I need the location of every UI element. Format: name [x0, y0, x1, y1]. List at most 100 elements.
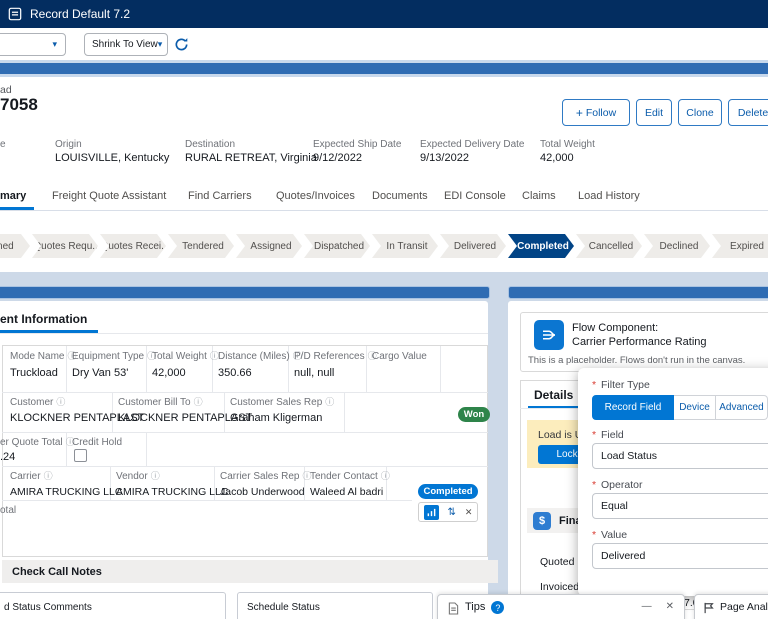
shrink-to-view-select[interactable]: Shrink To View ▾: [84, 33, 168, 56]
divider: [2, 432, 488, 433]
field-value: RURAL RETREAT, Virginia: [185, 152, 317, 164]
clone-label: Clone: [686, 106, 714, 119]
financials-row-quoted: Quoted: [540, 556, 575, 568]
required-icon: *: [592, 479, 597, 491]
refresh-icon[interactable]: [174, 37, 189, 52]
divider: [2, 392, 488, 393]
load-status-comments-label: d Status Comments: [4, 602, 92, 613]
operator-label: * Operator: [592, 479, 643, 491]
field-label: Cargo Value: [372, 351, 427, 362]
field-label: Credit Hold: [72, 437, 123, 448]
shipment-information-title[interactable]: ent Information: [0, 312, 87, 326]
field-value: LOUISVILLE, Kentucky: [55, 152, 170, 164]
path-stage[interactable]: Dispatched: [304, 234, 370, 258]
credit-hold-checkbox[interactable]: [74, 449, 87, 462]
canvas-size-select[interactable]: ▾: [0, 33, 66, 56]
divider: [2, 500, 412, 501]
close-icon[interactable]: ✕: [666, 601, 674, 612]
field-label: Customer ⓘ: [10, 397, 66, 408]
info-icon[interactable]: ⓘ: [325, 398, 334, 407]
info-icon[interactable]: ⓘ: [56, 398, 65, 407]
tab-quotes-invoices[interactable]: Quotes/Invoices: [276, 183, 355, 210]
field-label: Carrier Sales Rep ⓘ: [220, 471, 312, 482]
required-icon: *: [592, 429, 597, 441]
filter-type-option-advanced[interactable]: Advanced: [716, 395, 768, 420]
tab-load-history[interactable]: Load History: [578, 183, 640, 210]
check-call-notes-header[interactable]: Check Call Notes: [2, 560, 498, 583]
field-label: P/D References ⓘ: [294, 351, 377, 362]
path-stage[interactable]: Quotes Requ...: [32, 234, 98, 258]
field-label: Customer Sales Rep ⓘ: [230, 397, 335, 408]
field-label: Total Weight ⓘ: [152, 351, 219, 362]
plus-icon: +: [575, 105, 583, 120]
tab-find-carriers[interactable]: Find Carriers: [188, 183, 252, 210]
divider: [0, 333, 488, 334]
record-tabbar: mary Freight Quote Assistant Find Carrie…: [0, 183, 768, 211]
field-label: Total Weight: [540, 139, 595, 150]
delete-label: Delete: [737, 106, 768, 119]
filter-type-option-record-field[interactable]: Record Field: [592, 395, 674, 420]
field-label: Vendor ⓘ: [116, 471, 160, 482]
field-label: er Quote Total ⓘ: [0, 437, 75, 448]
info-icon[interactable]: ⓘ: [151, 472, 160, 481]
path-stage[interactable]: In Transit: [372, 234, 438, 258]
follow-button[interactable]: + Follow: [562, 99, 630, 126]
sort-arrows-icon[interactable]: ⇅: [448, 507, 456, 518]
flow-component-title: Flow Component:: [572, 322, 659, 334]
delete-button[interactable]: Delete: [728, 99, 768, 126]
tab-summary[interactable]: mary: [0, 183, 26, 210]
path-stage[interactable]: Cancelled: [576, 234, 642, 258]
tab-edi-console[interactable]: EDI Console: [444, 183, 506, 210]
field-value: Waleed Al badri: [310, 486, 384, 498]
tab-details[interactable]: Details: [534, 388, 573, 402]
document-icon: [448, 602, 459, 615]
collapsed-component-bar-left[interactable]: [0, 286, 490, 299]
flow-icon: [534, 320, 564, 350]
help-question-icon[interactable]: ?: [491, 601, 505, 614]
info-icon[interactable]: ⓘ: [44, 472, 53, 481]
path-stage[interactable]: Declined: [644, 234, 710, 258]
collapsed-component-bar-right[interactable]: [508, 286, 768, 299]
operator-input[interactable]: [592, 493, 768, 519]
field-label: Customer Bill To ⓘ: [118, 397, 203, 408]
tips-window[interactable]: Tips ? — ✕: [437, 594, 685, 619]
path-stage[interactable]: Assigned: [236, 234, 302, 258]
path-stage[interactable]: Tendered: [168, 234, 234, 258]
tab-documents[interactable]: Documents: [372, 183, 428, 210]
filter-type-option-device[interactable]: Device: [674, 395, 716, 420]
field-value: 42,000: [152, 367, 186, 379]
record-number: 7058: [0, 95, 38, 114]
info-icon[interactable]: ⓘ: [194, 398, 203, 407]
signal-strength-icon[interactable]: [423, 504, 439, 520]
divider: [440, 346, 441, 392]
path-stage[interactable]: Expired: [712, 234, 768, 258]
value-input[interactable]: [592, 543, 768, 569]
tips-label: Tips: [465, 601, 486, 613]
filter-type-label: * Filter Type: [592, 379, 650, 391]
minimize-icon[interactable]: —: [642, 601, 652, 612]
field-label: * Field: [592, 429, 624, 441]
field-value: Truckload: [10, 367, 58, 379]
field-value: null, null: [294, 367, 335, 379]
path-stage[interactable]: signed: [0, 234, 30, 258]
field-label: Origin: [55, 139, 82, 150]
edit-label: Edit: [644, 106, 664, 119]
close-icon[interactable]: ✕: [465, 507, 473, 518]
clone-button[interactable]: Clone: [678, 99, 722, 126]
tab-freight-quote-assistant[interactable]: Freight Quote Assistant: [52, 183, 166, 210]
page-analysis-window[interactable]: Page Analys: [694, 594, 768, 619]
tab-claims[interactable]: Claims: [522, 183, 556, 210]
path-stage[interactable]: Delivered: [440, 234, 506, 258]
path-stage[interactable]: Quotes Recei...: [100, 234, 166, 258]
record-action-buttons: + Follow Edit Clone Delete: [562, 99, 768, 126]
divider: [344, 392, 345, 432]
edit-button[interactable]: Edit: [636, 99, 672, 126]
won-status-badge: Won: [458, 407, 490, 422]
flag-icon: [703, 602, 715, 614]
field-input[interactable]: [592, 443, 768, 469]
field-label: Expected Delivery Date: [420, 139, 525, 150]
path-stage-current[interactable]: Completed: [508, 234, 574, 258]
follow-label: Follow: [585, 106, 617, 119]
field-value: .24: [0, 451, 16, 463]
info-icon[interactable]: ⓘ: [381, 472, 390, 481]
